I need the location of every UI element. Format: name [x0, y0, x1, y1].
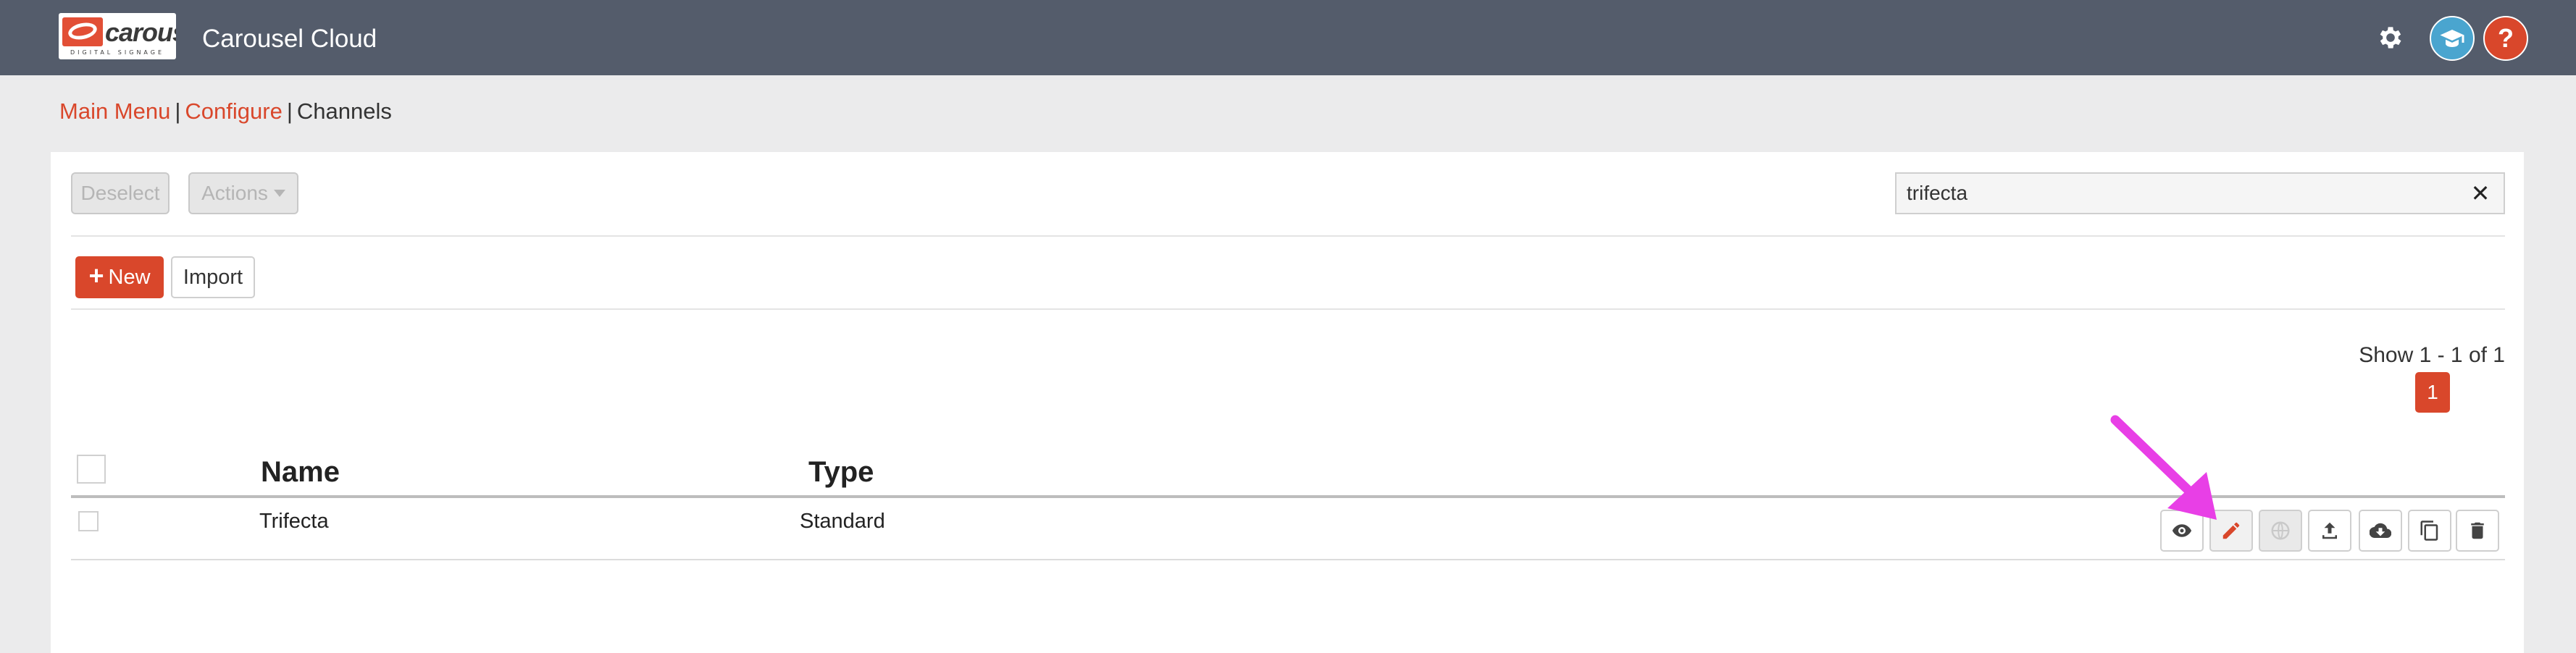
select-all-checkbox[interactable] [77, 455, 106, 484]
annotation-arrow [2110, 415, 2217, 520]
row-type: Standard [800, 510, 885, 533]
trash-icon [2471, 522, 2484, 539]
download-button[interactable] [2359, 510, 2402, 552]
plus-icon: + [88, 261, 104, 290]
cloud-download-icon [2370, 523, 2391, 539]
academy-button[interactable] [2430, 16, 2475, 61]
table-row-divider [71, 559, 2505, 560]
upload-button[interactable] [2308, 510, 2351, 552]
duplicate-button[interactable] [2408, 510, 2451, 552]
delete-button[interactable] [2456, 510, 2499, 552]
divider [71, 308, 2505, 310]
channels-panel: Deselect Actions ✕ + New Import Show 1 -… [51, 152, 2524, 653]
actions-dropdown[interactable]: Actions [188, 172, 298, 214]
logo-tagline: DIGITAL SIGNAGE [70, 49, 165, 56]
upload-icon [2322, 522, 2337, 539]
pagination-summary: Show 1 - 1 of 1 [2359, 343, 2505, 367]
breadcrumb-configure[interactable]: Configure [185, 98, 282, 124]
copy-icon [2420, 521, 2438, 541]
page-button-1[interactable]: 1 [2415, 372, 2450, 413]
top-bar: carousel DIGITAL SIGNAGE Carousel Cloud … [0, 0, 2576, 75]
search-box: ✕ [1895, 172, 2505, 214]
breadcrumb-channels: Channels [296, 98, 392, 124]
publish-web-button[interactable] [2259, 510, 2302, 552]
column-header-type[interactable]: Type [808, 456, 874, 489]
new-button[interactable]: + New [75, 256, 164, 298]
logo-mark-icon [62, 17, 103, 46]
breadcrumb-main-menu[interactable]: Main Menu [59, 98, 170, 124]
breadcrumb: Main Menu | Configure | Channels [59, 98, 392, 125]
search-input[interactable] [1907, 180, 2457, 207]
carousel-logo[interactable]: carousel DIGITAL SIGNAGE [59, 13, 176, 59]
breadcrumb-separator: | [286, 98, 293, 124]
column-header-name[interactable]: Name [261, 456, 340, 489]
logo-wordmark: carousel [105, 17, 176, 47]
app-title: Carousel Cloud [202, 25, 377, 53]
row-name[interactable]: Trifecta [259, 510, 329, 534]
row-checkbox[interactable] [78, 511, 99, 531]
new-button-label: New [108, 265, 151, 289]
divider [71, 235, 2505, 237]
deselect-button[interactable]: Deselect [71, 172, 170, 214]
graduation-cap-icon [2440, 30, 2464, 47]
actions-label: Actions [201, 182, 268, 204]
caret-down-icon [273, 190, 285, 197]
help-button[interactable]: ? [2483, 16, 2528, 61]
gear-icon[interactable] [2376, 23, 2405, 52]
breadcrumb-separator: | [175, 98, 181, 124]
clear-search-icon[interactable]: ✕ [2467, 180, 2493, 207]
globe-icon [2271, 521, 2290, 540]
import-button[interactable]: Import [171, 256, 255, 298]
